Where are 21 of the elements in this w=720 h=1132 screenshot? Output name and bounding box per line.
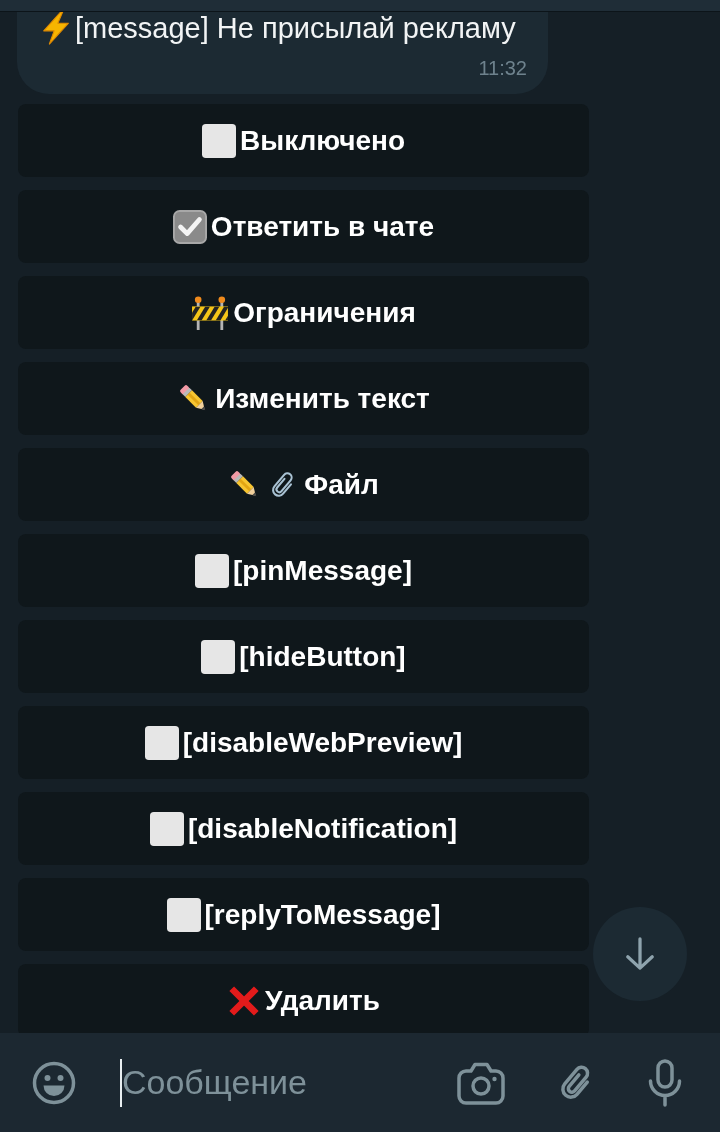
keyboard-button[interactable]: Ограничения — [18, 276, 589, 349]
message-text: [message] Не присылай рекламу — [75, 12, 516, 44]
lightning-icon — [40, 12, 72, 45]
message-input[interactable]: Сообщение — [122, 1059, 447, 1106]
keyboard-button[interactable]: [disableNotification] — [18, 792, 589, 865]
keyboard-button[interactable]: Изменить текст — [18, 362, 589, 435]
keyboard-button[interactable]: Файл — [18, 448, 589, 521]
smiley-icon[interactable] — [32, 1060, 76, 1105]
text-cursor — [120, 1058, 122, 1107]
keyboard-button[interactable]: Удалить — [18, 964, 589, 1033]
keyboard-button[interactable]: [replyToMessage] — [18, 878, 589, 951]
keyboard-button[interactable]: [disableWebPreview] — [18, 706, 589, 779]
microphone-icon[interactable] — [647, 1058, 683, 1107]
keyboard-button[interactable]: Ответить в чате — [18, 190, 589, 263]
keyboard-button[interactable]: [hideButton] — [18, 620, 589, 693]
arrow-down-icon — [624, 937, 656, 971]
message-time: 11:32 — [478, 56, 527, 80]
keyboard-button[interactable]: [pinMessage] — [18, 534, 589, 607]
barrier-icon — [191, 295, 230, 330]
keyboard-button[interactable]: Выключено — [18, 104, 589, 177]
camera-icon[interactable] — [457, 1060, 505, 1105]
